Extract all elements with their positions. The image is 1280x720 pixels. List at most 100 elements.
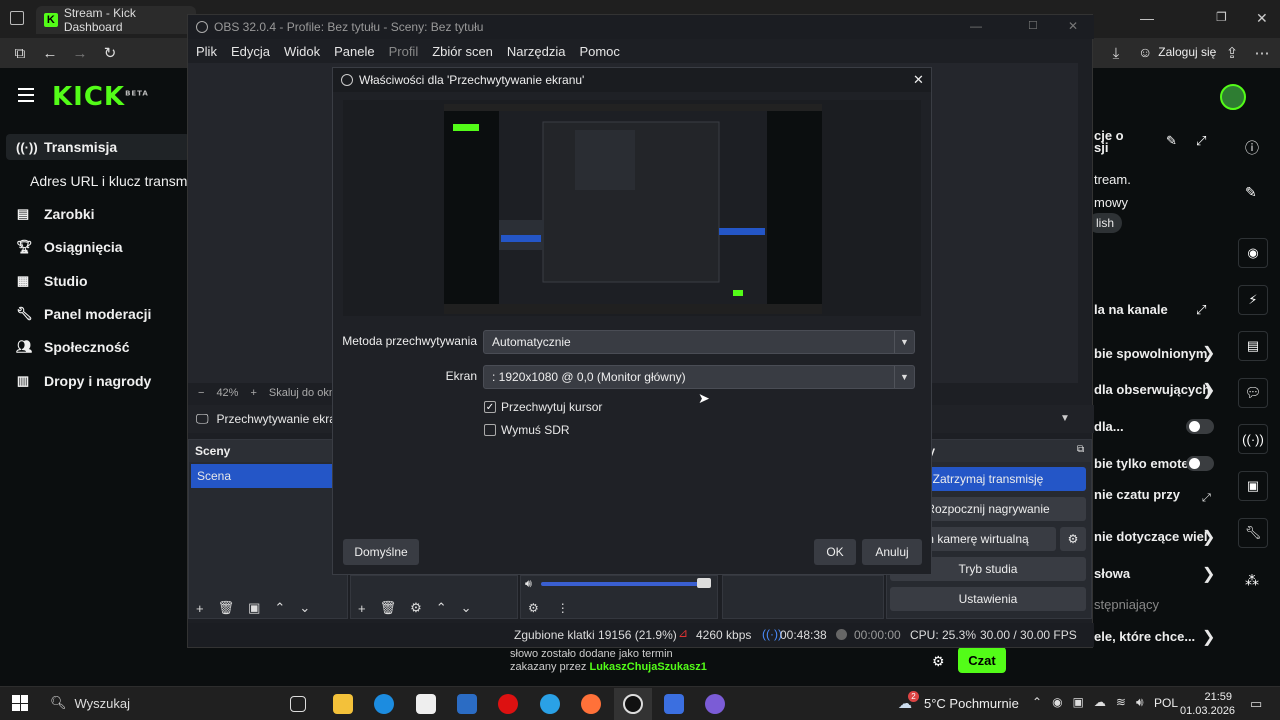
force-sdr-option[interactable]: Wymuś SDR	[484, 423, 570, 437]
source-settings-icon[interactable]: ⚙	[410, 600, 422, 616]
sidebar-item-dropy[interactable]: ▥ Dropy i nagrody	[16, 369, 191, 393]
broadcast-icon[interactable]: ((·))	[1238, 424, 1268, 454]
kick-logo[interactable]: KICKBETA	[52, 82, 149, 112]
menu-edycja[interactable]: Edycja	[231, 44, 270, 59]
sidebar-item-transmisja[interactable]: ((·)) Transmisja	[16, 135, 191, 159]
chat-bubble-icon[interactable]: 💬︎	[1238, 378, 1268, 408]
chevron-right-icon[interactable]: ❯	[1202, 627, 1215, 647]
chat-username[interactable]: LukaszChujaSzukasz1	[589, 661, 706, 673]
menu-panele[interactable]: Panele	[334, 44, 374, 59]
virtual-camera-settings-icon[interactable]: ⚙	[1060, 527, 1086, 551]
tray-icon[interactable]: ▣	[1073, 695, 1084, 710]
mail-icon[interactable]	[457, 694, 477, 714]
delete-source-icon[interactable]: 🗑︎	[380, 600, 397, 616]
chat-rules-label[interactable]: nie dotyczące wiel	[1094, 529, 1207, 544]
move-down-icon[interactable]: ⌄	[299, 600, 310, 616]
wifi-icon[interactable]: ≋	[1116, 695, 1126, 710]
chevron-right-icon[interactable]: ❯	[1202, 564, 1215, 584]
chat-settings-icon[interactable]: ⚙	[932, 653, 945, 670]
obs-close-icon[interactable]: ✕	[1068, 19, 1078, 33]
screen-select[interactable]: : 1920x1080 @ 0,0 (Monitor główny) ▼	[483, 365, 915, 389]
edge-icon[interactable]	[374, 694, 394, 714]
apps-icon[interactable]: ⁂	[1245, 572, 1259, 589]
obs-taskbar-icon[interactable]	[623, 694, 643, 714]
more-icon[interactable]: ⋯	[1252, 43, 1272, 63]
menu-zbior-scen[interactable]: Zbiór scen	[432, 44, 493, 59]
back-icon[interactable]: ←	[40, 43, 60, 63]
task-view-icon[interactable]	[290, 696, 306, 712]
goals-label[interactable]: ele, które chce...	[1094, 629, 1195, 644]
download-icon[interactable]: ⤓	[1106, 43, 1126, 63]
volume-slider[interactable]	[541, 582, 711, 586]
sidebar-item-zarobki[interactable]: ▤ Zarobki	[16, 202, 191, 226]
followers-mode-label[interactable]: dla obserwujących	[1094, 382, 1210, 397]
ok-button[interactable]: OK	[814, 539, 856, 565]
wrench-icon[interactable]: 🔧︎	[1238, 518, 1268, 548]
move-down-icon[interactable]: ⌄	[461, 600, 472, 616]
move-up-icon[interactable]: ⌃	[274, 600, 285, 616]
volume-icon[interactable]: 🔊︎	[1136, 695, 1144, 710]
camera-icon[interactable]: ◉	[1238, 238, 1268, 268]
language-indicator[interactable]: POL	[1154, 696, 1178, 710]
capture-cursor-option[interactable]: ✓ Przechwytuj kursor	[484, 400, 602, 414]
info-icon[interactable]: ⓘ	[1245, 138, 1259, 158]
discord-icon[interactable]	[705, 694, 725, 714]
opera-icon[interactable]	[498, 694, 518, 714]
chevron-right-icon[interactable]: ❯	[1202, 380, 1215, 400]
add-source-icon[interactable]: +	[358, 601, 366, 616]
tab-actions-icon[interactable]	[10, 11, 24, 25]
tray-chevron-icon[interactable]: ⌃	[1032, 695, 1042, 710]
expand-icon[interactable]: ⤢	[1196, 302, 1206, 318]
zoom-out-icon[interactable]: −	[198, 387, 204, 399]
expand-icon[interactable]: ⤢	[1196, 133, 1206, 149]
browser-tab[interactable]: K Stream - Kick Dashboard	[36, 6, 196, 34]
sidebar-item-osiagniecia[interactable]: 🏆︎ Osiągnięcia	[16, 235, 191, 259]
undock-icon[interactable]: ⧉	[1077, 444, 1084, 455]
settings-button[interactable]: Ustawienia	[890, 587, 1086, 611]
layout-icon[interactable]: ▣	[1238, 471, 1268, 501]
hamburger-menu-icon[interactable]	[18, 88, 34, 102]
zoom-mode[interactable]: Skaluj do okna	[269, 387, 341, 399]
firefox-icon[interactable]	[581, 694, 601, 714]
menu-widok[interactable]: Widok	[284, 44, 320, 59]
external-link-icon[interactable]: ⤢	[1202, 492, 1211, 505]
delete-scene-icon[interactable]: 🗑︎	[218, 600, 235, 616]
capture-method-select[interactable]: Automatycznie ▼	[483, 330, 915, 354]
sidebar-item-stream-key[interactable]: Adres URL i klucz transm	[30, 169, 205, 193]
source-dropdown-icon[interactable]: ▼	[1050, 407, 1080, 429]
move-up-icon[interactable]: ⌃	[436, 600, 447, 616]
edit-icon[interactable]: ✎	[1166, 133, 1177, 149]
chevron-right-icon[interactable]: ❯	[1202, 527, 1215, 547]
menu-narzedzia[interactable]: Narzędzia	[507, 44, 566, 59]
capture-cursor-checkbox[interactable]: ✓	[484, 401, 496, 413]
login-button[interactable]: ☺ Zaloguj się	[1138, 44, 1216, 60]
volume-handle[interactable]	[697, 578, 711, 588]
app-square-icon[interactable]	[664, 694, 684, 714]
dialog-close-icon[interactable]: ✕	[913, 72, 924, 88]
app-icon[interactable]	[540, 694, 560, 714]
pen-icon[interactable]: ✎	[1245, 184, 1257, 201]
notifications-icon[interactable]: ▭	[1250, 696, 1262, 712]
speaker-icon[interactable]: 🔊︎	[525, 578, 532, 591]
forward-icon[interactable]: →	[70, 43, 90, 63]
weather-text[interactable]: 5°C Pochmurnie	[924, 696, 1019, 711]
notes-icon[interactable]: ▤	[1238, 331, 1268, 361]
force-sdr-checkbox[interactable]	[484, 424, 496, 436]
sidebar-item-spolecznosc[interactable]: 👥︎ Społeczność	[16, 335, 191, 359]
obs-minimize-icon[interactable]: —	[970, 19, 982, 33]
mixer-menu-icon[interactable]: ⋮	[557, 601, 569, 615]
slow-mode-label[interactable]: bie spowolnionym	[1094, 346, 1207, 361]
zoom-in-icon[interactable]: +	[250, 387, 256, 399]
workspace-icon[interactable]: ⧉	[10, 43, 30, 63]
windows-start-icon[interactable]	[12, 695, 28, 711]
mixer-settings-icon[interactable]: ⚙	[528, 601, 539, 615]
filter-icon[interactable]: ▣	[248, 600, 260, 616]
taskbar-search[interactable]: 🔍︎ Wyszukaj	[50, 695, 130, 711]
banned-words-label[interactable]: słowa	[1094, 566, 1130, 581]
defaults-button[interactable]: Domyślne	[343, 539, 419, 565]
chat-send-button[interactable]: Czat	[958, 647, 1006, 673]
store-icon[interactable]	[416, 694, 436, 714]
scene-item[interactable]: Scena	[191, 464, 345, 488]
lightning-icon[interactable]: ⚡︎	[1238, 285, 1268, 315]
restore-icon[interactable]: ❐	[1216, 10, 1227, 24]
